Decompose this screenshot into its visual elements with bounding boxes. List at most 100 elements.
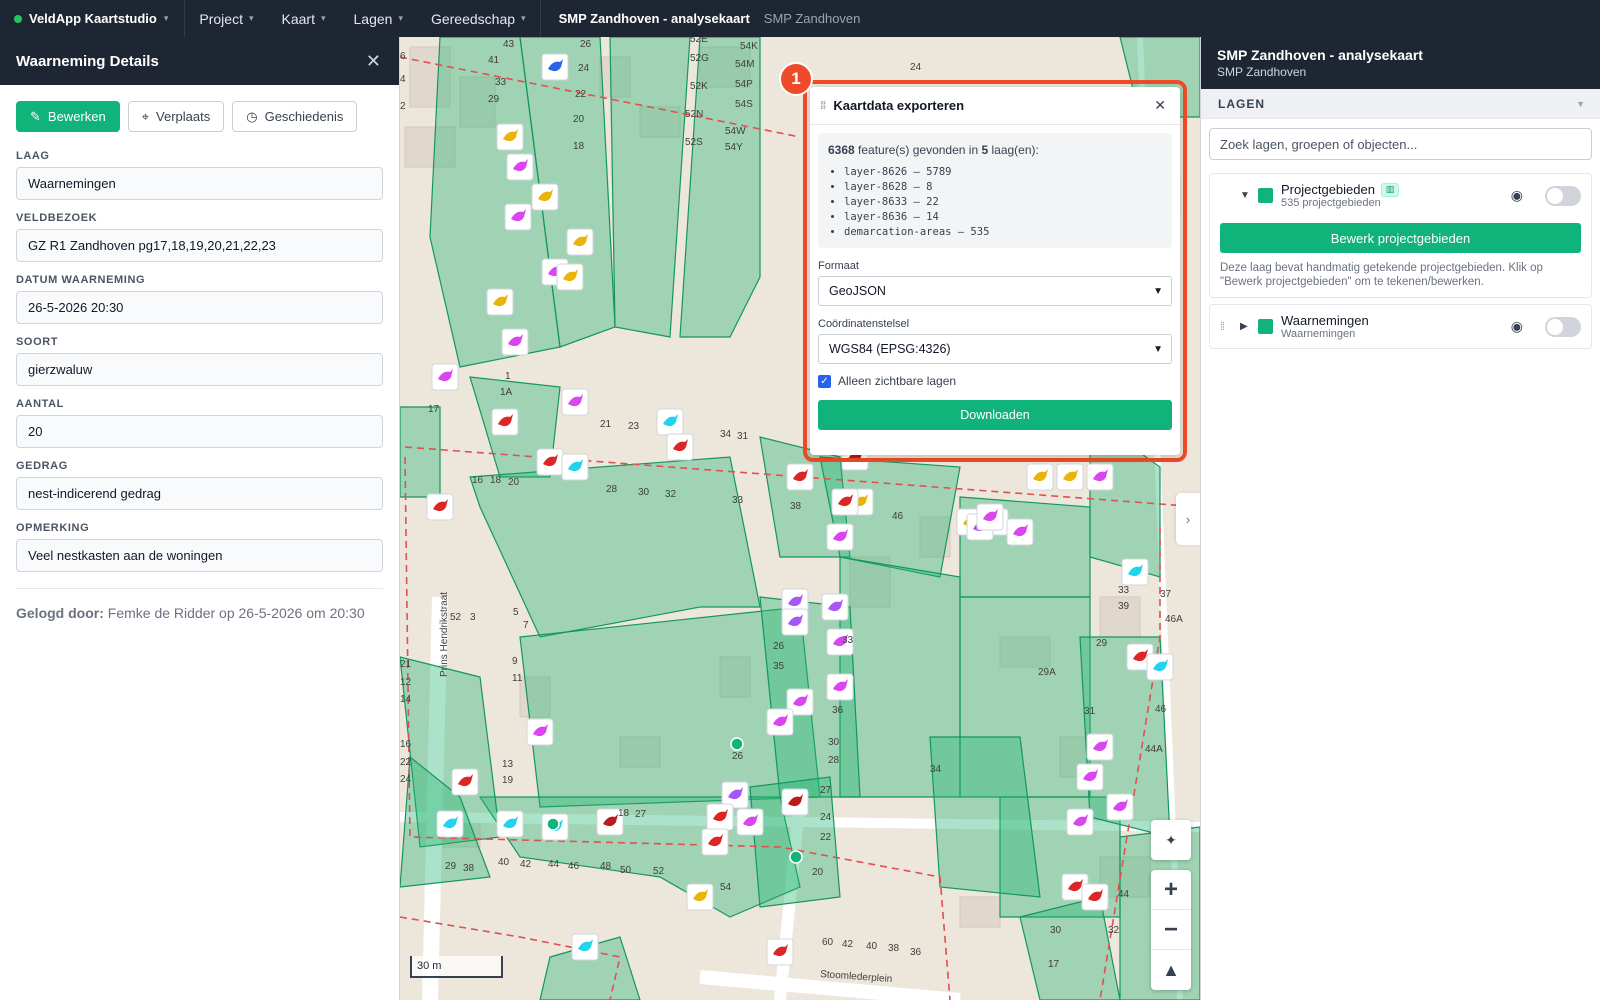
field-label: LAAG: [16, 150, 50, 162]
house-number: 1A: [500, 387, 513, 398]
house-number: 54K: [740, 41, 758, 52]
house-number: 54P: [735, 79, 753, 90]
house-number: 42: [520, 859, 532, 870]
eye-icon[interactable]: ◉: [1511, 187, 1523, 204]
menu-label: Lagen: [353, 10, 393, 27]
field-value[interactable]: GZ R1 Zandhoven pg17,18,19,20,21,22,23: [16, 229, 383, 262]
field-behavior: GEDRAG nest-indicerend gedrag: [0, 460, 399, 510]
zoom-in-button[interactable]: +: [1151, 870, 1191, 910]
chevron-down-icon: ▼: [1576, 98, 1586, 109]
house-number: 24: [820, 812, 832, 823]
list-item: demarcation-areas — 535: [844, 225, 1162, 240]
edit-project-areas-button[interactable]: Bewerk projectgebieden: [1220, 223, 1581, 253]
collapse-panel-button[interactable]: ›: [1176, 493, 1200, 545]
crs-field: Coördinatenstelsel WGS84 (EPSG:4326) ▼: [810, 318, 1180, 364]
app-brand-menu[interactable]: VeldApp Kaartstudio ▾: [0, 0, 186, 37]
house-number: 40: [866, 941, 878, 952]
close-icon[interactable]: ✕: [366, 51, 381, 72]
house-number: 32: [1108, 925, 1120, 936]
drag-handle-icon[interactable]: ⁞⁞: [820, 100, 826, 112]
field-value[interactable]: nest-indicerend gedrag: [16, 477, 383, 510]
map-subtitle: SMP Zandhoven: [1217, 65, 1307, 79]
house-number: 20: [508, 477, 520, 488]
list-item: layer-8633 — 22: [844, 195, 1162, 210]
crs-value: WGS84 (EPSG:4326): [829, 342, 951, 356]
house-number: 52K: [690, 81, 708, 92]
zoom-out-button[interactable]: −: [1151, 910, 1191, 950]
field-value[interactable]: gierzwaluw: [16, 353, 383, 386]
house-number: 29: [1096, 638, 1108, 649]
house-number: 19: [502, 775, 514, 786]
house-number: 18: [618, 808, 630, 819]
drag-handle-icon[interactable]: ⁞⁞: [1220, 321, 1232, 333]
top-bar: VeldApp Kaartstudio ▾ Project ▾ Kaart ▾ La…: [0, 0, 1600, 37]
house-number: 30: [1050, 925, 1062, 936]
house-number: 29: [445, 861, 457, 872]
close-icon[interactable]: ✕: [1154, 97, 1166, 114]
dialog-title: Kaartdata exporteren: [833, 98, 965, 113]
layers-panel: SMP Zandhoven - analysekaart SMP Zandhov…: [1200, 37, 1600, 1000]
field-date: DATUM WAARNEMING 26-5-2026 20:30: [0, 274, 399, 324]
collapse-triangle-icon[interactable]: ▼: [1240, 190, 1250, 201]
house-number: 35: [773, 661, 785, 672]
house-number: 40: [498, 857, 510, 868]
clock-icon: ◷: [246, 108, 258, 124]
map-title: SMP Zandhoven - analysekaart: [1217, 47, 1423, 63]
field-value[interactable]: 26-5-2026 20:30: [16, 291, 383, 324]
house-number: 43: [503, 39, 515, 50]
field-value[interactable]: 20: [16, 415, 383, 448]
street-label-1: Prins Hendrikstraat: [439, 592, 450, 677]
house-number: 13: [502, 759, 514, 770]
visible-only-checkbox[interactable]: ✓: [818, 374, 831, 388]
house-number: 46: [568, 861, 580, 872]
menu-project[interactable]: Project ▾: [185, 0, 267, 37]
expand-triangle-icon[interactable]: ▶: [1240, 321, 1250, 332]
house-number: 50: [620, 865, 632, 876]
compass-icon: ✦: [1165, 831, 1177, 848]
menu-label: Gereedschap: [430, 10, 516, 27]
list-item: layer-8626 — 5789: [844, 165, 1162, 180]
dialog-header[interactable]: ⁞⁞ Kaartdata exporteren ✕: [810, 87, 1180, 125]
format-value: GeoJSON: [829, 284, 886, 298]
house-number: 46: [1155, 704, 1167, 715]
eye-icon[interactable]: ◉: [1511, 318, 1523, 335]
house-number: 46: [892, 511, 904, 522]
house-number: 33: [842, 635, 854, 646]
field-value[interactable]: Veel nestkasten aan de woningen: [16, 539, 383, 572]
format-select[interactable]: GeoJSON ▼: [818, 276, 1172, 306]
download-button[interactable]: Downloaden: [818, 400, 1172, 430]
field-value[interactable]: Waarnemingen: [16, 167, 383, 200]
layer-color-swatch: [1258, 319, 1273, 334]
house-number: 24: [578, 63, 590, 74]
house-number: 9: [512, 656, 518, 667]
map-tool-control[interactable]: ✦: [1151, 820, 1191, 860]
visible-only-option[interactable]: ✓ Alleen zichtbare lagen: [810, 374, 1180, 388]
action-buttons: ✎ Bewerken ⌖ Verplaats ◷ Geschiedenis: [0, 85, 399, 138]
house-number: 21: [400, 659, 412, 670]
history-button[interactable]: ◷ Geschiedenis: [232, 101, 358, 132]
layer-toggle[interactable]: [1545, 316, 1581, 337]
layer-subtitle: 535 projectgebieden: [1281, 197, 1381, 209]
menu-kaart[interactable]: Kaart ▾: [268, 0, 340, 37]
list-item: layer-8628 — 8: [844, 180, 1162, 195]
layer-search-input[interactable]: Zoek lagen, groepen of objecten...: [1209, 128, 1592, 160]
chevron-down-icon: ▾: [163, 13, 169, 23]
layers-section-header[interactable]: LAGEN ▼: [1201, 89, 1600, 119]
summary-text-end: laag(en):: [988, 143, 1039, 157]
crs-select[interactable]: WGS84 (EPSG:4326) ▼: [818, 334, 1172, 364]
layer-card-projectgebieden: ▼ Projectgebieden ▥ 535 projectgebieden ◉…: [1209, 173, 1592, 298]
house-number: 26: [773, 641, 785, 652]
layer-hint: Deze laag bevat handmatig getekende proj…: [1220, 262, 1543, 288]
edit-button[interactable]: ✎ Bewerken: [16, 101, 120, 132]
layer-row: ▼ Projectgebieden ▥ 535 projectgebieden ◉: [1220, 182, 1581, 209]
house-number: 16: [400, 739, 412, 750]
house-number: 44: [1118, 889, 1130, 900]
move-button[interactable]: ⌖ Verplaats: [127, 101, 225, 132]
layer-toggle[interactable]: [1545, 185, 1581, 206]
list-item: layer-8636 — 14: [844, 210, 1162, 225]
menu-gereedschap[interactable]: Gereedschap ▾: [417, 0, 540, 37]
house-number: 60: [822, 937, 834, 948]
house-number: 52: [653, 866, 665, 877]
reset-north-button[interactable]: ▲: [1151, 950, 1191, 990]
menu-lagen[interactable]: Lagen ▾: [340, 0, 417, 37]
